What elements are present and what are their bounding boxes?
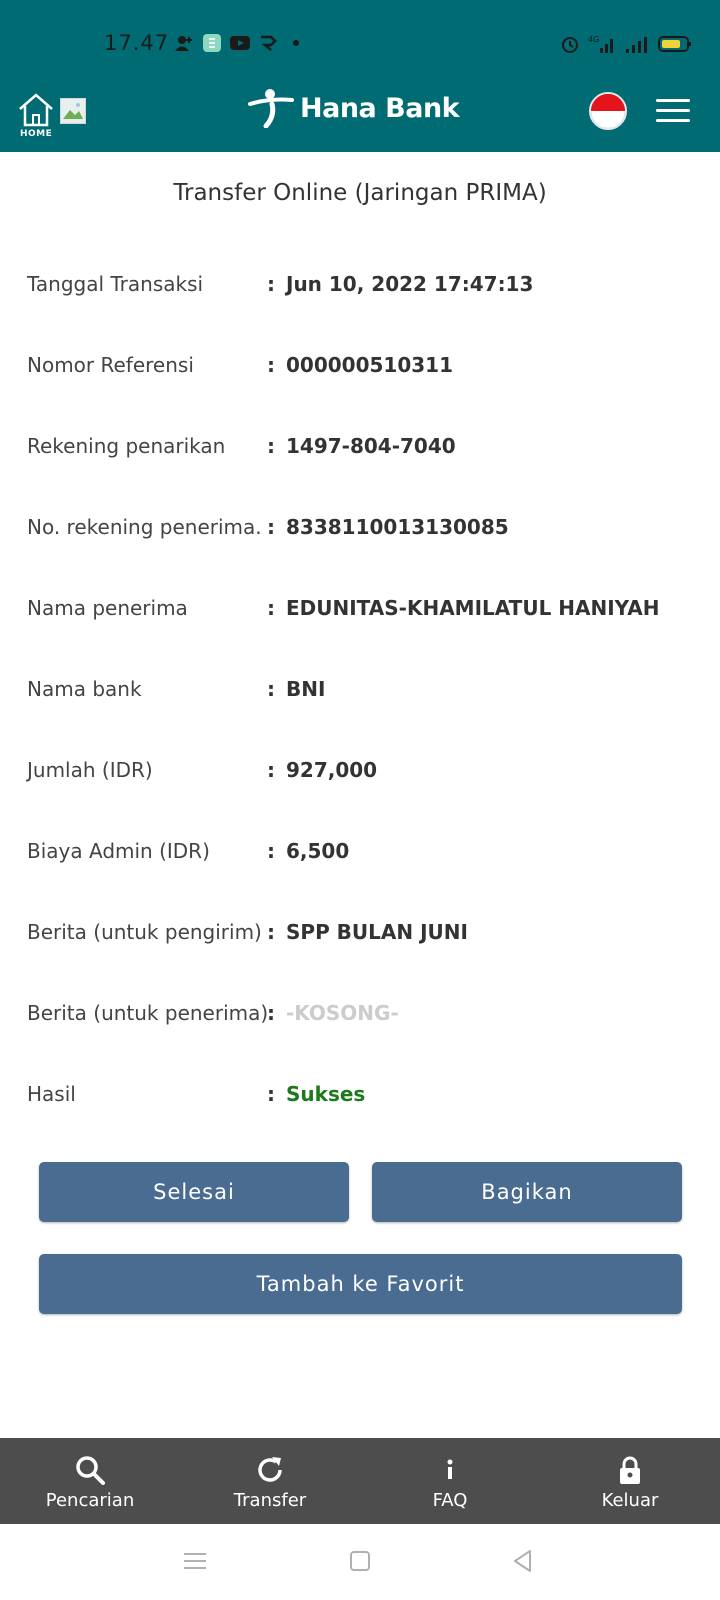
nav-label: Keluar <box>601 1490 659 1511</box>
home-system-icon[interactable] <box>345 1546 375 1576</box>
detail-label: No. rekening penerima. <box>27 515 262 539</box>
page-title: Transfer Online (Jaringan PRIMA) <box>173 180 547 206</box>
detail-label: Jumlah (IDR) <box>27 758 153 782</box>
add-favorite-button[interactable]: Tambah ke Favorit <box>39 1254 682 1314</box>
detail-label: Rekening penarikan <box>27 434 226 458</box>
youtube-icon <box>230 36 250 50</box>
system-navigation-bar <box>0 1524 720 1600</box>
signal-4g-icon: 4G <box>588 35 613 53</box>
detail-colon: : <box>267 596 275 620</box>
detail-colon: : <box>267 1001 275 1025</box>
detail-row-sender-note: Berita (untuk pengirim) : SPP BULAN JUNI <box>0 893 720 953</box>
detail-value: 8338110013130085 <box>286 515 509 539</box>
notification-icons <box>174 34 306 52</box>
app-notification-icon <box>203 34 221 52</box>
detail-value: 927,000 <box>286 758 378 782</box>
result-status: Sukses <box>286 1082 366 1106</box>
detail-colon: : <box>267 272 275 296</box>
contact-add-icon <box>175 36 192 51</box>
detail-value: EDUNITAS-KHAMILATUL HANIYAH <box>286 596 660 620</box>
bottom-navigation: Pencarian Transfer FAQ Keluar <box>0 1438 720 1524</box>
detail-value: 1497-804-7040 <box>286 434 456 458</box>
detail-label: Berita (untuk pengirim) <box>27 920 262 944</box>
home-button[interactable]: HOME <box>16 89 56 141</box>
language-flag-button[interactable] <box>589 92 627 130</box>
detail-colon: : <box>267 839 275 863</box>
detail-label: Nama penerima <box>27 596 188 620</box>
detail-colon: : <box>267 677 275 701</box>
flag-white <box>591 111 625 128</box>
hana-logo-icon <box>248 89 294 128</box>
detail-colon: : <box>267 353 275 377</box>
recent-apps-icon[interactable] <box>180 1546 210 1576</box>
search-icon <box>76 1456 105 1485</box>
detail-value: 6,500 <box>286 839 350 863</box>
refresh-icon <box>258 1457 282 1482</box>
detail-row-recipient-note: Berita (untuk penerima) : -KOSONG- <box>0 974 720 1034</box>
detail-label: Berita (untuk penerima) <box>27 1001 269 1025</box>
status-bar: 17.47 4G <box>0 0 720 85</box>
hamburger-menu-icon[interactable] <box>656 99 690 125</box>
broken-image-icon <box>60 98 86 124</box>
detail-value: BNI <box>286 677 326 701</box>
back-icon[interactable] <box>508 1546 538 1576</box>
brand-name: Hana Bank <box>300 92 460 124</box>
detail-colon: : <box>267 920 275 944</box>
nav-label: FAQ <box>432 1490 468 1511</box>
alarm-icon <box>562 37 578 53</box>
detail-colon: : <box>267 1082 275 1106</box>
detail-row-reference: Nomor Referensi : 000000510311 <box>0 326 720 386</box>
app-alt-icon <box>261 35 277 51</box>
nav-label: Pencarian <box>45 1490 135 1511</box>
home-icon <box>19 93 53 127</box>
detail-colon: : <box>267 434 275 458</box>
detail-row-recipient-name: Nama penerima : EDUNITAS-KHAMILATUL HANI… <box>0 569 720 629</box>
detail-label: Nomor Referensi <box>27 353 194 377</box>
nav-faq[interactable]: FAQ <box>360 1438 540 1524</box>
detail-row-source-account: Rekening penarikan : 1497-804-7040 <box>0 407 720 467</box>
flag-red <box>591 94 625 111</box>
detail-label: Tanggal Transaksi <box>27 272 204 296</box>
status-time: 17.47 <box>104 31 170 55</box>
detail-row-result: Hasil : Sukses <box>0 1055 720 1115</box>
detail-row-bank-name: Nama bank : BNI <box>0 650 720 710</box>
share-button[interactable]: Bagikan <box>372 1162 682 1222</box>
hana-bank-logo[interactable]: Hana Bank <box>248 88 460 128</box>
done-button[interactable]: Selesai <box>39 1162 349 1222</box>
nav-transfer[interactable]: Transfer <box>180 1438 360 1524</box>
home-label: HOME <box>20 129 53 139</box>
dot-icon <box>293 40 299 46</box>
detail-row-date: Tanggal Transaksi : Jun 10, 2022 17:47:1… <box>0 245 720 305</box>
info-icon <box>447 1459 453 1479</box>
detail-row-recipient-account: No. rekening penerima. : 833811001313008… <box>0 488 720 548</box>
detail-label: Hasil <box>27 1082 76 1106</box>
svg-text:4G: 4G <box>588 35 599 44</box>
nav-label: Transfer <box>233 1490 307 1511</box>
detail-colon: : <box>267 515 275 539</box>
detail-label: Nama bank <box>27 677 142 701</box>
detail-value: SPP BULAN JUNI <box>286 920 468 944</box>
lock-icon <box>620 1456 640 1484</box>
detail-row-admin-fee: Biaya Admin (IDR) : 6,500 <box>0 812 720 872</box>
battery-icon <box>658 36 691 52</box>
system-status-icons: 4G <box>560 34 692 54</box>
detail-label: Biaya Admin (IDR) <box>27 839 210 863</box>
detail-colon: : <box>267 758 275 782</box>
detail-value-empty: -KOSONG- <box>286 1001 399 1025</box>
nav-search[interactable]: Pencarian <box>0 1438 180 1524</box>
app-header: HOME Hana Bank <box>0 85 720 152</box>
detail-value: Jun 10, 2022 17:47:13 <box>286 272 534 296</box>
detail-value: 000000510311 <box>286 353 453 377</box>
nav-logout[interactable]: Keluar <box>540 1438 720 1524</box>
detail-row-amount: Jumlah (IDR) : 927,000 <box>0 731 720 791</box>
signal-icon <box>626 37 647 53</box>
